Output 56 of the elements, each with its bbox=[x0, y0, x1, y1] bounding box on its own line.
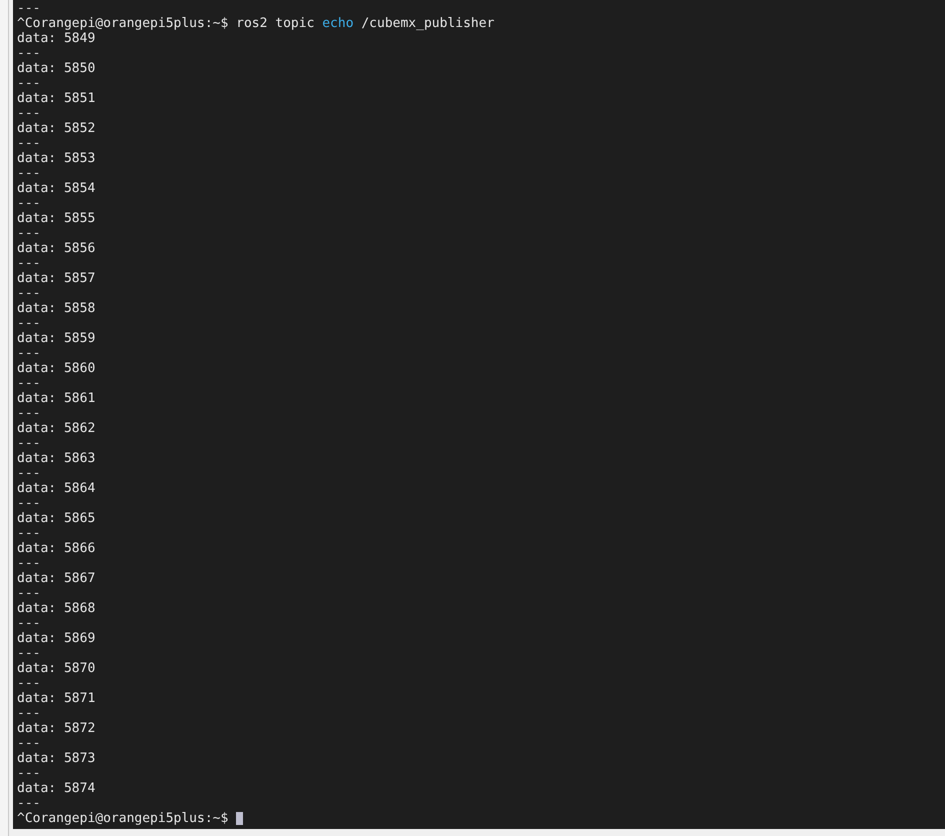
separator-line: --- bbox=[17, 706, 40, 721]
output-line: data: 5874 bbox=[17, 781, 96, 796]
separator-line: --- bbox=[17, 256, 40, 271]
separator-line: --- bbox=[17, 106, 40, 121]
output-line: data: 5853 bbox=[17, 151, 96, 166]
separator-line: --- bbox=[17, 346, 40, 361]
separator-line: --- bbox=[17, 226, 40, 241]
output-line: data: 5868 bbox=[17, 601, 96, 616]
output-line: data: 5863 bbox=[17, 451, 96, 466]
separator-line: --- bbox=[17, 1, 40, 16]
output-line: data: 5857 bbox=[17, 271, 96, 286]
separator-line: --- bbox=[17, 526, 40, 541]
output-line: data: 5859 bbox=[17, 331, 96, 346]
output-line: data: 5870 bbox=[17, 661, 96, 676]
output-line: data: 5867 bbox=[17, 571, 96, 586]
separator-line: --- bbox=[17, 46, 40, 61]
output-line: data: 5871 bbox=[17, 691, 96, 706]
shell-prompt: ^Corangepi@orangepi5plus:~$ bbox=[17, 16, 228, 31]
output-line: data: 5855 bbox=[17, 211, 96, 226]
separator-line: --- bbox=[17, 616, 40, 631]
separator-line: --- bbox=[17, 556, 40, 571]
separator-line: --- bbox=[17, 196, 40, 211]
separator-line: --- bbox=[17, 286, 40, 301]
separator-line: --- bbox=[17, 76, 40, 91]
separator-line: --- bbox=[17, 376, 40, 391]
separator-line: --- bbox=[17, 766, 40, 781]
separator-line: --- bbox=[17, 136, 40, 151]
separator-line: --- bbox=[17, 586, 40, 601]
output-line: data: 5849 bbox=[17, 31, 96, 46]
shell-prompt: ^Corangepi@orangepi5plus:~$ bbox=[17, 811, 228, 826]
separator-line: --- bbox=[17, 646, 40, 661]
output-line: data: 5862 bbox=[17, 421, 96, 436]
output-line: data: 5872 bbox=[17, 721, 96, 736]
output-line: data: 5856 bbox=[17, 241, 96, 256]
separator-line: --- bbox=[17, 496, 40, 511]
output-line: data: 5869 bbox=[17, 631, 96, 646]
output-line: data: 5852 bbox=[17, 121, 96, 136]
separator-line: --- bbox=[17, 466, 40, 481]
output-line: data: 5851 bbox=[17, 91, 96, 106]
output-line: data: 5861 bbox=[17, 391, 96, 406]
separator-line: --- bbox=[17, 436, 40, 451]
output-line: data: 5873 bbox=[17, 751, 96, 766]
command-text: ros2 topic echo /cubemx_publisher bbox=[236, 16, 494, 31]
separator-line: --- bbox=[17, 316, 40, 331]
output-line: data: 5850 bbox=[17, 61, 96, 76]
output-line: data: 5860 bbox=[17, 361, 96, 376]
output-line: data: 5865 bbox=[17, 511, 96, 526]
separator-line: --- bbox=[17, 166, 40, 181]
output-line: data: 5866 bbox=[17, 541, 96, 556]
separator-line: --- bbox=[17, 796, 40, 811]
separator-line: --- bbox=[17, 736, 40, 751]
output-line: data: 5858 bbox=[17, 301, 96, 316]
output-line: data: 5854 bbox=[17, 181, 96, 196]
separator-line: --- bbox=[17, 676, 40, 691]
output-line: data: 5864 bbox=[17, 481, 96, 496]
separator-line: --- bbox=[17, 406, 40, 421]
